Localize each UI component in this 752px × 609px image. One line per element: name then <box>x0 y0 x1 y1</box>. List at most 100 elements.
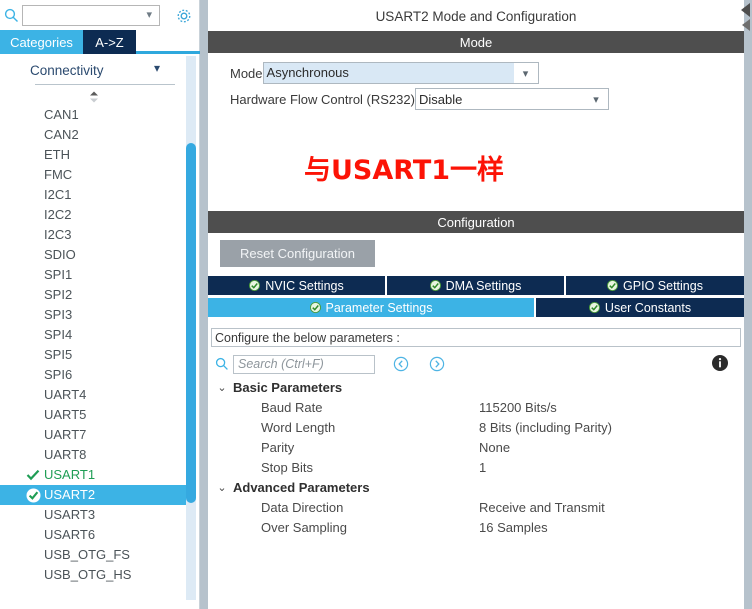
sidebar-item-spi6[interactable]: SPI6 <box>0 365 186 385</box>
sidebar-item-uart4[interactable]: UART4 <box>0 385 186 405</box>
sidebar-item-usart6[interactable]: USART6 <box>0 525 186 545</box>
sidebar-item-eth[interactable]: ETH <box>0 145 186 165</box>
sidebar-item-spi2[interactable]: SPI2 <box>0 285 186 305</box>
sidebar-item-label: FMC <box>44 167 73 182</box>
mode-dropdown[interactable]: Asynchronous ▾ <box>262 62 539 84</box>
category-connectivity-label: Connectivity <box>30 62 104 78</box>
parameter-row[interactable]: Baud Rate 115200 Bits/s <box>211 398 741 418</box>
sidebar-item-can1[interactable]: CAN1 <box>0 105 186 125</box>
hardware-flow-control-value: Disable <box>418 91 463 107</box>
list-scroll-up-indicator[interactable] <box>86 90 102 104</box>
tab-user-constants[interactable]: User Constants <box>536 298 744 317</box>
page-title: USART2 Mode and Configuration <box>208 2 744 30</box>
chevron-left-circle-icon[interactable] <box>391 354 411 374</box>
peripheral-list[interactable]: CAN1 CAN2 ETH FMC I2C1 I2C2 I2C3 SDIO SPI1 SPI2 SP… <box>0 105 186 600</box>
tab-parameter-settings[interactable]: Parameter Settings <box>208 298 536 317</box>
sidebar-item-i2c3[interactable]: I2C3 <box>0 225 186 245</box>
tab-nvic-settings[interactable]: NVIC Settings <box>208 276 387 295</box>
chevron-down-icon: ▾ <box>153 61 160 75</box>
sidebar-item-sdio[interactable]: SDIO <box>0 245 186 265</box>
tab-label: DMA Settings <box>445 278 522 293</box>
config-tabs-row-1: NVIC Settings DMA Settings GPIO Settings <box>208 276 744 295</box>
chevron-down-icon[interactable]: ⌄ <box>211 378 233 398</box>
parameter-group-label: Basic Parameters <box>233 380 343 395</box>
field-mode: Mode Asynchronous ▾ <box>230 62 539 84</box>
sidebar-item-label: SDIO <box>44 247 76 262</box>
sidebar-item-label: USART1 <box>44 467 96 482</box>
parameter-row[interactable]: Over Sampling 16 Samples <box>211 518 741 538</box>
sidebar-item-usart3[interactable]: USART3 <box>0 505 186 525</box>
sidebar-scrollbar-thumb[interactable] <box>186 143 196 503</box>
chevron-right-circle-icon[interactable] <box>427 354 447 374</box>
category-divider <box>35 84 175 85</box>
gear-icon[interactable] <box>172 4 196 28</box>
check-circle-icon <box>249 280 261 291</box>
parameter-value: Receive and Transmit <box>479 500 605 515</box>
sidebar-item-uart7[interactable]: UART7 <box>0 425 186 445</box>
parameter-search-input[interactable]: Search (Ctrl+F) <box>233 354 375 374</box>
parameter-row[interactable]: Data Direction Receive and Transmit <box>211 498 741 518</box>
sidebar-item-label: SPI2 <box>44 287 73 302</box>
parameter-name: Baud Rate <box>261 400 323 415</box>
parameter-value: 1 <box>479 460 487 475</box>
hardware-flow-control-dropdown[interactable]: Disable ▾ <box>414 88 609 110</box>
cubemx-window: ▾ Categories A->Z Connectivity ▾ CAN1 CA… <box>0 0 752 609</box>
parameter-row[interactable]: Parity None <box>211 438 741 458</box>
sidebar-item-usb_otg_fs[interactable]: USB_OTG_FS <box>0 545 186 565</box>
panel-scrollbar-track[interactable] <box>744 0 752 609</box>
config-tabs-row-2: Parameter Settings User Constants <box>208 298 744 317</box>
search-icon <box>0 0 22 30</box>
panel-collapse-toggle[interactable] <box>738 2 752 38</box>
parameter-name: Stop Bits <box>261 460 314 475</box>
sidebar-item-usb_otg_hs[interactable]: USB_OTG_HS <box>0 565 186 585</box>
field-hardware-flow-control: Hardware Flow Control (RS232) Disable ▾ <box>230 88 609 110</box>
sidebar-item-label: SPI3 <box>44 307 73 322</box>
sidebar-item-spi3[interactable]: SPI3 <box>0 305 186 325</box>
sidebar-item-label: I2C3 <box>44 227 72 242</box>
configure-hint: Configure the below parameters : <box>211 328 741 347</box>
parameter-tree: ⌄ Basic Parameters Baud Rate 115200 Bits/s W… <box>211 378 741 538</box>
sidebar-item-uart8[interactable]: UART8 <box>0 445 186 465</box>
tab-gpio-settings[interactable]: GPIO Settings <box>566 276 744 295</box>
sidebar-item-spi4[interactable]: SPI4 <box>0 325 186 345</box>
sidebar-item-uart5[interactable]: UART5 <box>0 405 186 425</box>
field-hardware-flow-control-label: Hardware Flow Control (RS232) <box>230 91 415 107</box>
category-connectivity[interactable]: Connectivity ▾ <box>0 57 178 83</box>
sidebar-item-fmc[interactable]: FMC <box>0 165 186 185</box>
parameter-name: Over Sampling <box>261 520 347 535</box>
sidebar-item-spi5[interactable]: SPI5 <box>0 345 186 365</box>
chevron-down-icon: ▾ <box>522 67 529 80</box>
tab-a-to-z[interactable]: A->Z <box>83 30 136 54</box>
reset-configuration-button[interactable]: Reset Configuration <box>220 240 375 267</box>
sidebar-item-can2[interactable]: CAN2 <box>0 125 186 145</box>
sidebar-item-usart2[interactable]: USART2 <box>0 485 186 505</box>
sidebar-item-label: USART3 <box>44 507 96 522</box>
search-combo[interactable]: ▾ <box>22 4 160 26</box>
parameter-row[interactable]: Stop Bits 1 <box>211 458 741 478</box>
sidebar-item-i2c1[interactable]: I2C1 <box>0 185 186 205</box>
tab-categories-label: Categories <box>10 34 73 50</box>
parameter-row[interactable]: Word Length 8 Bits (including Parity) <box>211 418 741 438</box>
sidebar-item-label: UART7 <box>44 427 87 442</box>
parameter-group-advanced-parameters[interactable]: ⌄ Advanced Parameters <box>211 478 741 498</box>
sidebar-item-i2c2[interactable]: I2C2 <box>0 205 186 225</box>
annotation-text: 与USART1一样 <box>304 155 505 186</box>
parameter-value: 16 Samples <box>479 520 548 535</box>
configuration-section-header: Configuration <box>208 211 744 233</box>
panel-splitter[interactable] <box>200 0 208 609</box>
parameter-group-basic-parameters[interactable]: ⌄ Basic Parameters <box>211 378 741 398</box>
sidebar-item-spi1[interactable]: SPI1 <box>0 265 186 285</box>
sidebar-item-usart1[interactable]: USART1 <box>0 465 186 485</box>
chevron-down-icon: ▾ <box>146 8 152 21</box>
tab-label: Parameter Settings <box>325 300 433 315</box>
tab-categories[interactable]: Categories <box>0 30 83 54</box>
chevron-down-icon[interactable]: ⌄ <box>211 478 233 498</box>
tab-dma-settings[interactable]: DMA Settings <box>387 276 566 295</box>
sidebar-item-label: SPI4 <box>44 327 73 342</box>
parameter-value: None <box>479 440 511 455</box>
parameter-value: 115200 Bits/s <box>479 400 557 415</box>
search-icon <box>211 357 233 371</box>
info-icon[interactable] <box>711 354 729 372</box>
sidebar-item-label: UART4 <box>44 387 87 402</box>
parameter-group-label: Advanced Parameters <box>233 480 370 495</box>
